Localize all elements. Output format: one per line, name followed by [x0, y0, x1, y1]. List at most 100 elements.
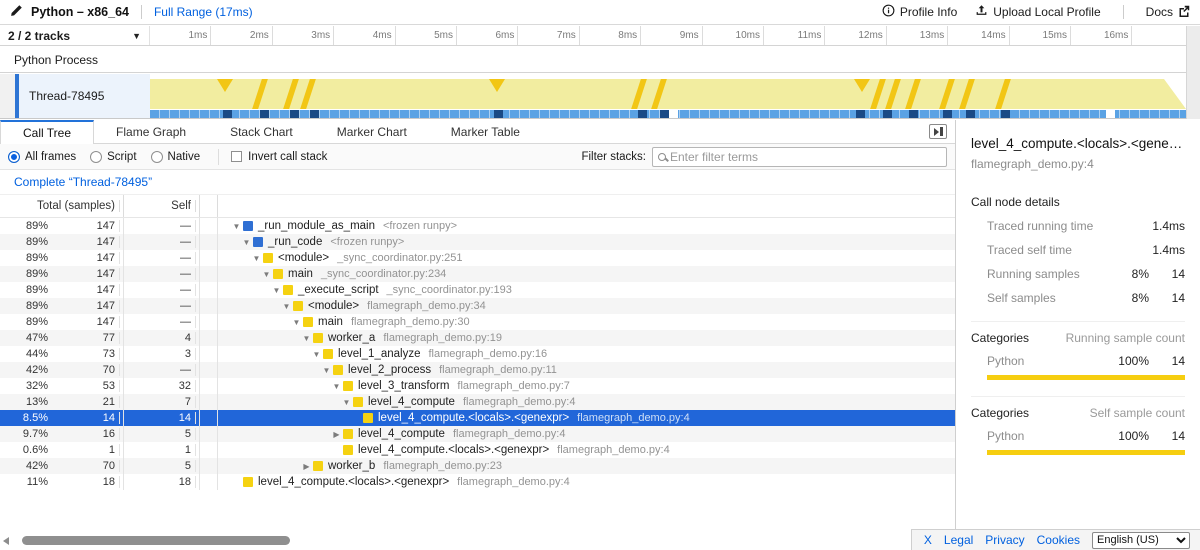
tab-flame-graph[interactable]: Flame Graph [94, 120, 208, 143]
filter-stacks-label: Filter stacks: [581, 151, 646, 163]
footer-x-link[interactable]: X [924, 533, 932, 547]
call-tree-row[interactable]: 32%5332▼level_3_transformflamegraph_demo… [0, 378, 955, 394]
invert-call-stack-checkbox[interactable]: Invert call stack [231, 151, 327, 163]
sample-dark-segment [883, 110, 892, 118]
full-range-link[interactable]: Full Range (17ms) [154, 5, 253, 19]
row-self-samples: — [124, 364, 196, 376]
marker-slash[interactable] [939, 79, 955, 109]
radio-script[interactable]: Script [90, 151, 136, 163]
expand-open-icon[interactable]: ▼ [240, 238, 253, 247]
marker-slash[interactable] [631, 79, 647, 109]
edit-pencil-icon[interactable] [10, 4, 23, 20]
expand-open-icon[interactable]: ▼ [290, 318, 303, 327]
radio-native[interactable]: Native [151, 151, 201, 163]
marker-slash[interactable] [905, 79, 921, 109]
marker-slash[interactable] [885, 79, 901, 109]
column-header-total[interactable]: Total (samples) [0, 200, 120, 212]
sidebar-toggle-button[interactable] [929, 124, 947, 139]
jank-marker-icon[interactable] [854, 79, 870, 92]
marker-slash[interactable] [651, 79, 667, 109]
row-total-percent: 42% [0, 460, 48, 472]
call-tree-row[interactable]: 42%705▶worker_bflamegraph_demo.py:23 [0, 458, 955, 474]
profile-name[interactable]: Python – x86_64 [31, 5, 129, 19]
footer-link-legal[interactable]: Legal [944, 533, 973, 547]
call-tree-row[interactable]: 89%147—▼<module>flamegraph_demo.py:34 [0, 298, 955, 314]
column-header-self[interactable]: Self [124, 200, 196, 212]
marker-slash[interactable] [959, 79, 975, 109]
thread-activity-graph[interactable] [150, 74, 1186, 118]
expand-open-icon[interactable]: ▼ [280, 302, 293, 311]
marker-slash[interactable] [252, 79, 268, 109]
upload-profile-button[interactable]: Upload Local Profile [975, 4, 1100, 20]
tracks-dropdown[interactable]: 2 / 2 tracks ▼ [0, 26, 150, 45]
ruler-tick: 9ms [641, 26, 703, 45]
expand-open-icon[interactable]: ▼ [330, 382, 343, 391]
sample-dark-segment [1001, 110, 1010, 118]
thread-track-label[interactable]: Thread-78495 [19, 74, 150, 118]
tab-marker-chart[interactable]: Marker Chart [315, 120, 429, 143]
docs-button[interactable]: Docs [1146, 5, 1190, 20]
sample-dark-segment [260, 110, 269, 118]
expand-open-icon[interactable]: ▼ [320, 366, 333, 375]
call-tree-row[interactable]: 13%217▼level_4_computeflamegraph_demo.py… [0, 394, 955, 410]
call-tree-row[interactable]: 0.6%11level_4_compute.<locals>.<genexpr>… [0, 442, 955, 458]
marker-slash[interactable] [300, 79, 316, 109]
call-tree-row[interactable]: 47%774▼worker_aflamegraph_demo.py:19 [0, 330, 955, 346]
ruler-tick: 4ms [334, 26, 396, 45]
call-tree-row[interactable]: 89%147—▼_execute_script_sync_coordinator… [0, 282, 955, 298]
range-breadcrumb: Complete “Thread-78495” [0, 170, 955, 195]
footer-link-cookies[interactable]: Cookies [1037, 533, 1080, 547]
expand-open-icon[interactable]: ▼ [230, 222, 243, 231]
expand-open-icon[interactable]: ▼ [340, 398, 353, 407]
function-name: worker_a [328, 332, 375, 344]
call-tree-row[interactable]: 89%147—▼mainflamegraph_demo.py:30 [0, 314, 955, 330]
scrollbar-thumb[interactable] [22, 536, 290, 545]
tab-marker-table[interactable]: Marker Table [429, 120, 542, 143]
expand-closed-icon[interactable]: ▶ [300, 462, 313, 471]
radio-all-frames[interactable]: All frames [8, 151, 76, 163]
filter-input[interactable] [670, 150, 941, 164]
call-tree-row[interactable]: 8.5%1414level_4_compute.<locals>.<genexp… [0, 410, 955, 426]
call-tree-row[interactable]: 89%147—▼main_sync_coordinator.py:234 [0, 266, 955, 282]
full-range-breadcrumb-link[interactable]: Complete “Thread-78495” [14, 175, 152, 189]
radio-icon[interactable] [90, 151, 102, 163]
tab-call-tree[interactable]: Call Tree [0, 120, 94, 144]
expand-open-icon[interactable]: ▼ [250, 254, 263, 263]
call-tree-row[interactable]: 44%733▼level_1_analyzeflamegraph_demo.py… [0, 346, 955, 362]
marker-slash[interactable] [283, 79, 299, 109]
sample-dark-segment [494, 110, 503, 118]
call-tree-row[interactable]: 89%147—▼_run_module_as_main<frozen runpy… [0, 218, 955, 234]
marker-slash[interactable] [870, 79, 886, 109]
row-total-samples: 73 [48, 348, 120, 360]
expand-open-icon[interactable]: ▼ [260, 270, 273, 279]
scroll-left-arrow-icon[interactable] [3, 537, 9, 545]
radio-icon[interactable] [8, 151, 20, 163]
function-name: _run_code [268, 236, 322, 248]
call-tree-row[interactable]: 89%147—▼_run_code<frozen runpy> [0, 234, 955, 250]
native-frame-icon [253, 237, 263, 247]
panel-open-icon [934, 128, 939, 136]
jank-marker-icon[interactable] [489, 79, 505, 92]
process-track-header[interactable]: Python Process [0, 47, 1200, 73]
tab-stack-chart[interactable]: Stack Chart [208, 120, 315, 143]
expand-open-icon[interactable]: ▼ [310, 350, 323, 359]
radio-icon[interactable] [151, 151, 163, 163]
call-tree-row[interactable]: 42%70—▼level_2_processflamegraph_demo.py… [0, 362, 955, 378]
language-select[interactable]: English (US) [1092, 532, 1190, 549]
python-frame-icon [303, 317, 313, 327]
jank-marker-icon[interactable] [217, 79, 233, 92]
footer-link-privacy[interactable]: Privacy [985, 533, 1024, 547]
profile-info-button[interactable]: Profile Info [882, 4, 957, 20]
category-section-header: CategoriesRunning sample count [971, 331, 1185, 345]
timeline-ruler[interactable]: 2 / 2 tracks ▼ 1ms2ms3ms4ms5ms6ms7ms8ms9… [0, 26, 1200, 46]
call-tree-row[interactable]: 89%147—▼<module>_sync_coordinator.py:251 [0, 250, 955, 266]
call-tree-row[interactable]: 11%1818level_4_compute.<locals>.<genexpr… [0, 474, 955, 490]
expand-closed-icon[interactable]: ▶ [330, 430, 343, 439]
call-tree-row[interactable]: 9.7%165▶level_4_computeflamegraph_demo.p… [0, 426, 955, 442]
checkbox-icon[interactable] [231, 151, 242, 162]
expand-open-icon[interactable]: ▼ [270, 286, 283, 295]
timeline-vertical-scrollbar[interactable] [1186, 26, 1200, 119]
row-total-percent: 11% [0, 476, 48, 488]
marker-slash[interactable] [995, 79, 1011, 109]
expand-open-icon[interactable]: ▼ [300, 334, 313, 343]
